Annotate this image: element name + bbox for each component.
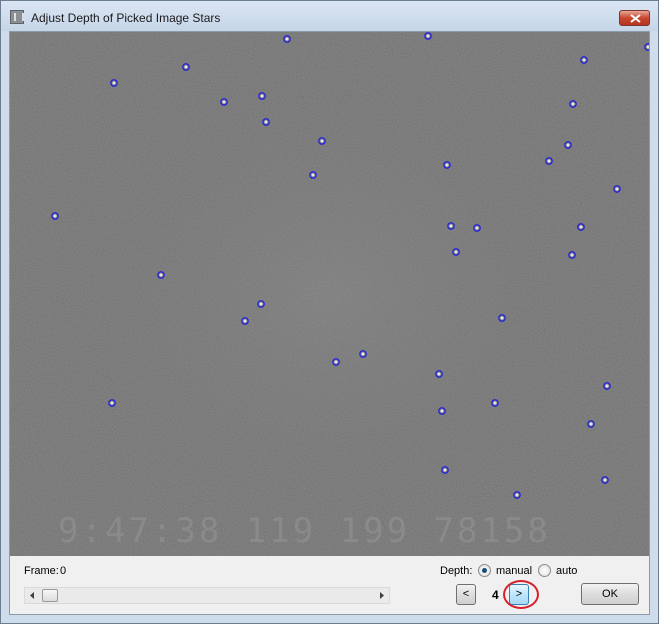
frame-scrollbar[interactable] (24, 587, 390, 604)
star-point (184, 65, 188, 69)
timestamp-overlay: 9:47:38 119 199 78158 (58, 511, 551, 551)
image-vignette (10, 32, 649, 556)
star-point (603, 478, 607, 482)
star-point (454, 250, 458, 254)
previous-button[interactable]: < (456, 584, 476, 605)
star-point (320, 139, 324, 143)
scroll-right-button[interactable] (373, 588, 389, 603)
star-point (493, 401, 497, 405)
scroll-thumb[interactable] (42, 589, 58, 602)
depth-count: 4 (492, 588, 499, 602)
star-point (110, 401, 114, 405)
dialog-window: Adjust Depth of Picked Image Stars 9:47:… (0, 0, 659, 624)
depth-auto-label[interactable]: auto (556, 565, 577, 577)
star-point (426, 34, 430, 38)
star-point (547, 159, 551, 163)
scroll-right-icon (380, 592, 384, 599)
star-point (311, 173, 315, 177)
star-point (53, 214, 57, 218)
depth-manual-radio[interactable] (478, 564, 491, 577)
star-point (112, 81, 116, 85)
scroll-left-button[interactable] (25, 588, 41, 603)
star-point (500, 316, 504, 320)
star-point (515, 493, 519, 497)
scroll-left-icon (30, 592, 34, 599)
dialog-client-area: 9:47:38 119 199 78158 Frame: 0 Depth: ma… (9, 31, 650, 615)
star-point (259, 302, 263, 306)
star-point (605, 384, 609, 388)
star-point (437, 372, 441, 376)
star-point (582, 58, 586, 62)
depth-auto-radio[interactable] (538, 564, 551, 577)
title-bar[interactable]: Adjust Depth of Picked Image Stars (1, 1, 658, 31)
star-point (570, 253, 574, 257)
star-point (159, 273, 163, 277)
highlight-annotation (503, 580, 539, 609)
depth-label: Depth: (440, 565, 473, 577)
star-field[interactable]: 9:47:38 119 199 78158 (10, 32, 649, 556)
app-icon (10, 10, 24, 24)
close-button[interactable] (619, 10, 650, 26)
frame-value: 0 (60, 565, 67, 577)
star-point (449, 224, 453, 228)
frame-label: Frame: (24, 565, 59, 577)
star-point (361, 352, 365, 356)
ok-button[interactable]: OK (581, 583, 639, 605)
star-point (260, 94, 264, 98)
star-image-view[interactable]: 9:47:38 119 199 78158 (10, 32, 649, 556)
star-point (475, 226, 479, 230)
star-point (615, 187, 619, 191)
star-point (285, 37, 289, 41)
window-title: Adjust Depth of Picked Image Stars (31, 11, 221, 25)
star-point (445, 163, 449, 167)
star-point (571, 102, 575, 106)
star-point (243, 319, 247, 323)
close-icon (630, 14, 641, 23)
star-point (579, 225, 583, 229)
star-point (222, 100, 226, 104)
star-point (589, 422, 593, 426)
depth-manual-label[interactable]: manual (496, 565, 532, 577)
star-point (264, 120, 268, 124)
star-point (566, 143, 570, 147)
star-point (440, 409, 444, 413)
star-point (443, 468, 447, 472)
star-point (334, 360, 338, 364)
